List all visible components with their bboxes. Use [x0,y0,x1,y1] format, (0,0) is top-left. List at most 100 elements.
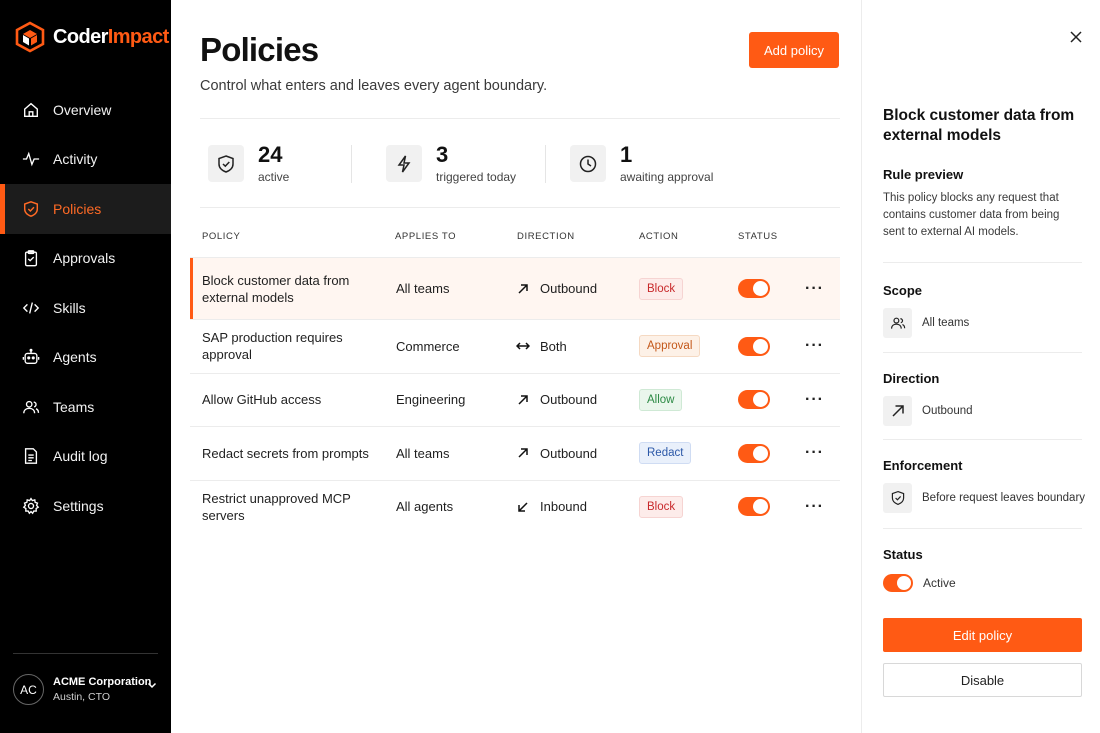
table-row[interactable]: Redact secrets from prompts All teams Ou… [190,426,840,480]
policy-name: Redact secrets from prompts [202,445,369,461]
org-switcher[interactable]: AC ACME Corporation Austin, CTO [13,653,158,705]
close-icon[interactable] [1068,29,1084,45]
sidebar-item-label: Agents [53,349,97,366]
sidebar-item-activity[interactable]: Activity [0,135,171,185]
policy-applies-to: All teams [396,281,450,296]
policy-action: Approval [639,335,701,358]
stat-icon-box [570,145,606,182]
action-badge: Block [639,495,684,518]
sidebar-item-teams[interactable]: Teams [0,382,171,432]
stats-bar: 24 active 3 triggered today 1 awaiting a… [200,118,840,208]
lightning-icon [397,155,411,172]
sidebar-item-label: Overview [53,101,112,118]
org-details: ACME Corporation Austin, CTO [53,675,151,705]
column-header-status[interactable]: STATUS [738,231,778,242]
status-toggle[interactable] [738,497,770,517]
stat-label: active [258,170,290,184]
enforcement-value: Before request leaves boundary [883,483,1085,513]
status-toggle[interactable] [738,390,770,410]
status-label: Active [923,576,956,590]
direction-label: Outbound [540,281,598,296]
policy-name: Restrict unapproved MCP servers [202,490,351,523]
action-badge: Block [639,277,684,300]
policy-status [738,443,770,463]
brand-name: CoderImpact [53,25,169,48]
sidebar-nav: Overview Activity Policies Approvals Ski… [0,85,171,531]
sidebar-item-label: Audit log [53,448,108,465]
page-title: Policies [200,31,319,68]
org-name: ACME Corporation [53,675,152,688]
sidebar-item-label: Policies [53,200,102,217]
meta-icon-box [883,483,912,513]
table-row[interactable]: Block customer data from external models… [190,257,840,319]
panel-title: Block customer data from external models [883,107,1075,144]
sidebar-item-label: Settings [53,497,104,514]
main-content: Policies Control what enters and leaves … [171,0,861,733]
sidebar-item-approvals[interactable]: Approvals [0,234,171,284]
status-toggle[interactable] [738,443,770,463]
sidebar-item-policies[interactable]: Policies [0,184,171,234]
avatar: AC [13,674,44,705]
org-subtitle: Austin, CTO [53,690,110,703]
disable-button[interactable]: Disable [883,663,1082,697]
sidebar-item-audit-log[interactable]: Audit log [0,432,171,482]
more-options-icon[interactable]: ··· [805,280,824,298]
more-options-icon[interactable]: ··· [805,391,824,409]
direction-label: Outbound [922,405,973,417]
arrow-up-right-icon [518,395,528,405]
policy-action: Block [639,495,684,518]
table-row[interactable]: Restrict unapproved MCP servers All agen… [190,479,840,534]
sidebar-item-skills[interactable]: Skills [0,283,171,333]
action-badge: Redact [639,442,692,465]
divider [883,352,1082,353]
more-options-icon[interactable]: ··· [805,444,824,462]
edit-policy-button[interactable]: Edit policy [883,618,1082,652]
policy-applies-to: Engineering [396,392,466,408]
policy-applies-to: Commerce [396,338,460,354]
clipboard-icon [24,250,38,267]
column-header-applies-to[interactable]: APPLIES TO [395,231,456,242]
add-policy-button[interactable]: Add policy [749,32,839,68]
stat-label: awaiting approval [620,170,714,184]
enforcement-heading: Enforcement [883,458,963,473]
enforcement-label: Before request leaves boundary [922,492,1086,504]
shield-check-icon [218,154,234,173]
status-toggle[interactable] [738,279,770,298]
more-options-icon[interactable]: ··· [805,337,824,355]
stat-icon-box [386,145,422,182]
brand-logo[interactable]: CoderImpact [14,21,169,53]
policy-direction: Outbound [516,446,597,461]
policy-applies-to: All teams [396,445,450,461]
policy-action: Allow [639,388,683,411]
arrow-down-left-icon [518,502,528,512]
column-header-policy[interactable]: POLICY [202,231,240,242]
home-icon [24,102,38,117]
table-row[interactable]: Allow GitHub access Engineering Outbound… [190,372,840,427]
stat-value: 1 [620,142,633,167]
policy-action: Block [639,277,684,300]
logo-cube-icon [15,21,45,53]
direction-label: Outbound [540,445,598,461]
activity-icon [22,151,40,167]
sidebar: CoderImpact Overview Activity Policies A… [0,0,171,733]
column-header-action[interactable]: ACTION [639,231,679,242]
sidebar-item-overview[interactable]: Overview [0,85,171,135]
status-toggle[interactable] [883,574,913,592]
more-options-icon[interactable]: ··· [805,498,824,516]
policy-action: Redact [639,442,692,465]
status-toggle[interactable] [738,336,770,356]
meta-icon-box [883,396,912,426]
sidebar-item-agents[interactable]: Agents [0,333,171,383]
table-header: POLICY APPLIES TO DIRECTION ACTION STATU… [200,231,840,243]
stat-value: 3 [436,142,449,167]
action-badge: Approval [639,335,701,358]
column-header-direction[interactable]: DIRECTION [517,231,575,242]
gear-icon [22,497,40,515]
scope-heading: Scope [883,283,923,298]
chevron-down-icon[interactable] [146,679,158,691]
policy-direction: Both [516,339,567,354]
status-control: Active [883,574,956,592]
sidebar-item-settings[interactable]: Settings [0,481,171,531]
scope-value: All teams [883,308,969,338]
table-row[interactable]: SAP production requires approval Commerc… [190,319,840,373]
